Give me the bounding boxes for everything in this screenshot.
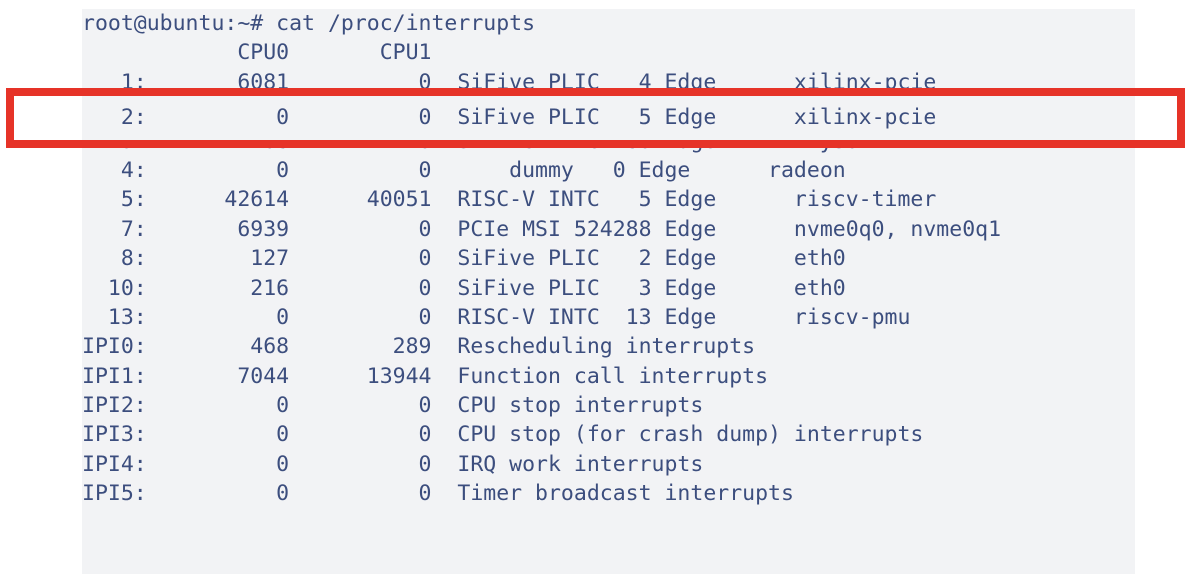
terminal-line-ipi4: IPI4: 0 0 IRQ work interrupts (82, 451, 704, 477)
terminal-output: root@ubuntu:~# cat /proc/interrupts CPU0… (82, 9, 1001, 509)
terminal-line-ipi0: IPI0: 468 289 Rescheduling interrupts (82, 334, 756, 360)
terminal-line-prompt: root@ubuntu:~# cat /proc/interrupts (82, 11, 536, 36)
terminal-line-irq-10: 10: 216 0 SiFive PLIC 3 Edge eth0 (82, 275, 846, 301)
terminal-line-irq-4: 4: 0 0 dummy 0 Edge radeon (82, 157, 846, 183)
terminal-line-irq-7: 7: 6939 0 PCIe MSI 524288 Edge nvme0q0, … (82, 216, 1002, 242)
terminal-line-irq-5: 5: 42614 40051 RISC-V INTC 5 Edge riscv-… (82, 187, 937, 213)
terminal-line-irq-1: 1: 6081 0 SiFive PLIC 4 Edge xilinx-pcie (82, 69, 937, 95)
terminal-line-ipi3: IPI3: 0 0 CPU stop (for crash dump) inte… (82, 422, 924, 448)
terminal-line-ipi5: IPI5: 0 0 Timer broadcast interrupts (82, 481, 794, 507)
highlighted-terminal-line: 2: 0 0 SiFive PLIC 5 Edge xilinx-pcie (82, 96, 1135, 140)
terminal-line-irq-8: 8: 127 0 SiFive PLIC 2 Edge eth0 (82, 246, 846, 272)
terminal-code-block: root@ubuntu:~# cat /proc/interrupts CPU0… (82, 9, 1135, 574)
terminal-line-irq-13: 13: 0 0 RISC-V INTC 13 Edge riscv-pmu (82, 304, 911, 330)
terminal-line-ipi2: IPI2: 0 0 CPU stop interrupts (82, 393, 704, 419)
screenshot-root: root@ubuntu:~# cat /proc/interrupts CPU0… (0, 0, 1192, 584)
terminal-line-ipi1: IPI1: 7044 13944 Function call interrupt… (82, 363, 769, 389)
terminal-line-header: CPU0 CPU1 (82, 40, 432, 66)
